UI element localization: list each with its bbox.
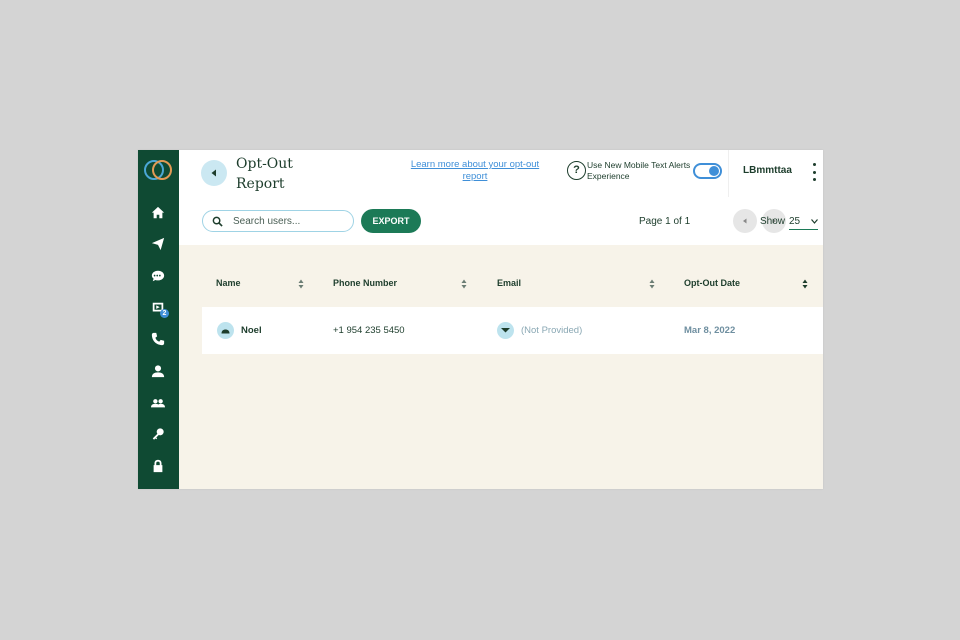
- chevron-left-icon: [743, 218, 747, 224]
- cell-name: Noel: [241, 325, 262, 336]
- show-label: Show: [760, 216, 786, 227]
- table-row[interactable]: Noel +1 954 235 5450 (Not Provided) Mar …: [202, 307, 823, 354]
- app-window: 2 Opt-Out Report Learn more about your o…: [138, 150, 823, 489]
- cell-email: (Not Provided): [521, 325, 583, 336]
- column-header-name[interactable]: Name: [216, 278, 241, 288]
- lock-icon[interactable]: [148, 456, 168, 476]
- username[interactable]: LBmmttaa: [743, 165, 792, 176]
- toolbar: EXPORT Page 1 of 1 Show 25: [179, 197, 823, 245]
- sort-icon[interactable]: [298, 279, 304, 289]
- email-icon: [497, 322, 514, 339]
- header: Opt-Out Report Learn more about your opt…: [179, 150, 823, 198]
- users-icon[interactable]: [148, 393, 168, 413]
- send-icon[interactable]: [148, 234, 168, 254]
- cell-date: Mar 8, 2022: [684, 325, 736, 336]
- column-header-email[interactable]: Email: [497, 278, 521, 288]
- search-icon: [212, 216, 223, 227]
- home-icon[interactable]: [148, 203, 168, 223]
- page-size-value: 25: [789, 215, 801, 227]
- page-title: Opt-Out Report: [236, 156, 293, 192]
- sort-icon[interactable]: [649, 279, 655, 289]
- prev-page-button[interactable]: [733, 209, 757, 233]
- chat-icon[interactable]: [148, 266, 168, 286]
- logo-icon[interactable]: [141, 158, 175, 182]
- column-header-phone[interactable]: Phone Number: [333, 278, 397, 288]
- column-header-date[interactable]: Opt-Out Date: [684, 278, 740, 288]
- search-input[interactable]: [233, 213, 348, 229]
- export-button[interactable]: EXPORT: [361, 209, 421, 233]
- chevron-left-icon: [211, 169, 216, 177]
- more-options-icon[interactable]: [811, 163, 817, 181]
- learn-more-link[interactable]: Learn more about your opt-out report: [401, 159, 549, 183]
- header-divider: [728, 150, 729, 197]
- help-icon[interactable]: ?: [567, 161, 586, 180]
- key-icon[interactable]: [148, 424, 168, 444]
- user-icon[interactable]: [148, 361, 168, 381]
- sidebar: 2: [138, 150, 179, 489]
- content-area: Name Phone Number Email Opt-Out Date Noe…: [179, 245, 823, 489]
- back-button[interactable]: [201, 160, 227, 186]
- new-experience-label: Use New Mobile Text Alerts Experience: [587, 160, 691, 181]
- pagination-label: Page 1 of 1: [639, 216, 691, 227]
- table-header: Name Phone Number Email Opt-Out Date: [202, 269, 823, 299]
- avatar: [217, 322, 234, 339]
- cell-phone: +1 954 235 5450: [333, 325, 405, 336]
- sort-icon[interactable]: [802, 279, 808, 289]
- notification-badge: 2: [160, 309, 169, 318]
- broadcast-icon[interactable]: 2: [148, 298, 169, 318]
- sort-icon[interactable]: [461, 279, 467, 289]
- new-experience-toggle[interactable]: [693, 163, 722, 179]
- phone-icon[interactable]: [148, 329, 168, 349]
- search-box: [202, 210, 354, 232]
- toggle-knob: [709, 166, 719, 176]
- page-size-select[interactable]: 25: [789, 213, 818, 230]
- user-avatar-icon: [221, 329, 230, 334]
- chevron-down-icon: [811, 218, 818, 224]
